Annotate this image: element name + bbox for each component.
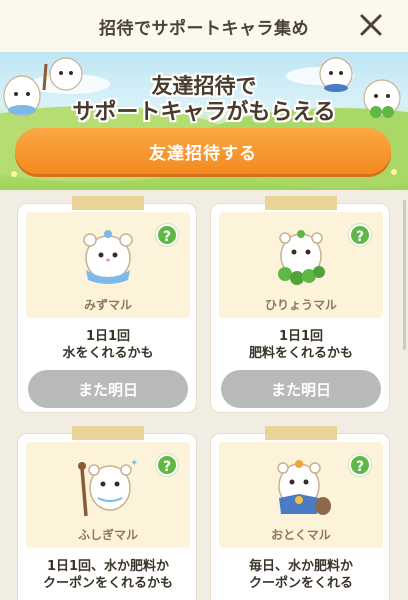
header: 招待でサポートキャラ集め bbox=[0, 0, 408, 52]
come-back-tomorrow-button[interactable]: また明日 bbox=[221, 370, 381, 408]
character-description-line2: クーポンをくれる bbox=[248, 576, 353, 591]
character-description-line1: 毎日、水か肥料か bbox=[248, 559, 353, 574]
support-character-card: ? ひりょうマル 1日1回 肥料をくれるかも また明日 bbox=[210, 196, 390, 413]
card-character-panel: ? おとくマル bbox=[219, 442, 383, 548]
character-name: ひりょうマル bbox=[264, 298, 337, 312]
wizard-hamster-icon: ✦ bbox=[78, 458, 138, 517]
character-description-line1: 1日1回、水か肥料か bbox=[46, 559, 170, 574]
clover-hamster-icon bbox=[278, 230, 325, 285]
support-character-card: ? ✦ ふしぎマル 1日1回、水か肥料か クーポンをくれるかも bbox=[17, 426, 197, 600]
help-icon[interactable]: ? bbox=[156, 454, 178, 476]
character-description-line1: 1日1回 bbox=[278, 329, 324, 344]
character-name: ふしぎマル bbox=[77, 528, 138, 542]
character-description-line2: クーポンをくれるかも bbox=[42, 576, 173, 591]
help-icon[interactable]: ? bbox=[349, 224, 371, 246]
card-tape bbox=[72, 426, 144, 440]
card-character-panel: ? ✦ ふしぎマル bbox=[26, 442, 190, 548]
support-character-card: ? みずマル 1日1回 水をくれるかも また明日 bbox=[17, 196, 197, 413]
card-character-panel: ? みずマル bbox=[26, 212, 190, 318]
come-back-tomorrow-button[interactable]: また明日 bbox=[28, 370, 188, 408]
card-tape bbox=[265, 196, 337, 210]
card-character-panel: ? ひりょうマル bbox=[219, 212, 383, 318]
invite-friends-button[interactable]: 友達招待する bbox=[15, 128, 391, 174]
help-icon[interactable]: ? bbox=[349, 454, 371, 476]
character-description-line2: 肥料をくれるかも bbox=[248, 346, 353, 361]
close-icon bbox=[360, 14, 382, 36]
card-tape bbox=[265, 426, 337, 440]
character-description-line1: 1日1回 bbox=[85, 329, 131, 344]
character-description-line2: 水をくれるかも bbox=[62, 346, 154, 361]
close-button[interactable] bbox=[356, 10, 386, 40]
help-icon[interactable]: ? bbox=[156, 224, 178, 246]
water-hamster-icon bbox=[83, 230, 133, 284]
support-character-card: ? おとくマル 毎日、水か肥料か クーポンをくれる bbox=[210, 426, 390, 600]
character-name: みずマル bbox=[83, 298, 132, 312]
card-tape bbox=[72, 196, 144, 210]
svg-text:✦: ✦ bbox=[130, 458, 138, 469]
character-name: おとくマル bbox=[271, 528, 331, 542]
banner-headline-line2: サポートキャラがもらえる bbox=[72, 100, 336, 125]
scrollbar[interactable] bbox=[403, 200, 406, 350]
merchant-hamster-icon bbox=[277, 460, 331, 515]
page-title: 招待でサポートキャラ集め bbox=[99, 18, 309, 39]
